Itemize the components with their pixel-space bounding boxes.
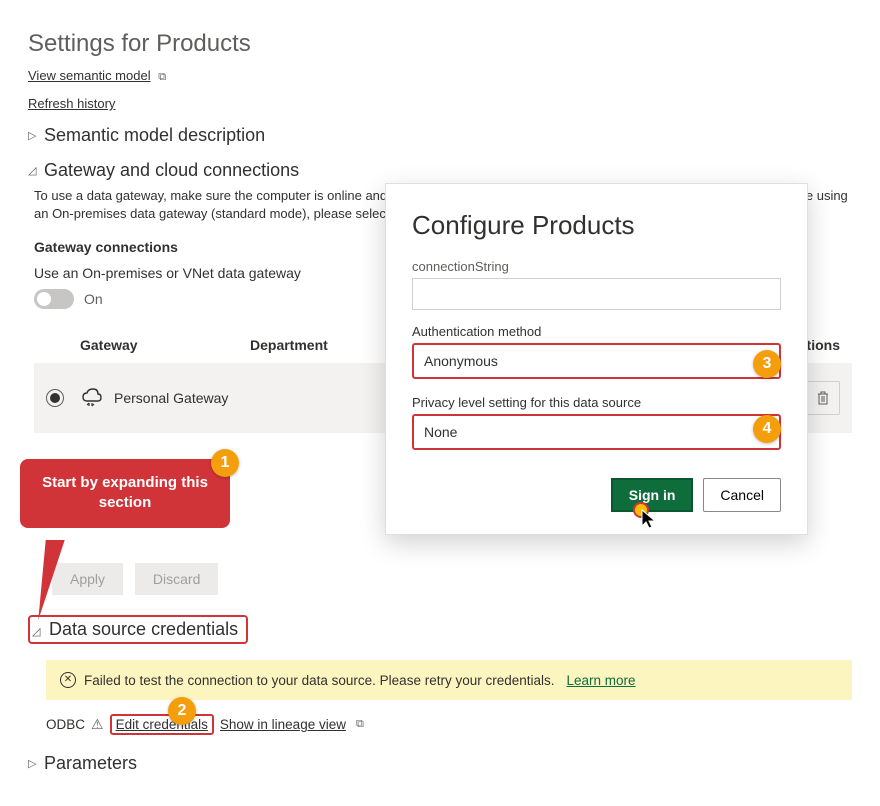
annotation-badge-2: 2 [168, 697, 196, 725]
section-label: Semantic model description [44, 125, 265, 146]
view-semantic-model-link[interactable]: View semantic model [28, 68, 151, 83]
auth-method-select[interactable]: Anonymous [412, 343, 781, 379]
sign-in-button[interactable]: Sign in [611, 478, 694, 512]
annotation-badge-4: 4 [753, 415, 781, 443]
auth-method-label: Authentication method [412, 324, 781, 339]
error-icon: ✕ [60, 672, 76, 688]
section-label: Gateway and cloud connections [44, 160, 299, 181]
external-link-icon: ⧉ [356, 718, 364, 731]
cancel-button[interactable]: Cancel [703, 478, 781, 512]
configure-dialog: Configure Products connectionString Auth… [385, 183, 808, 535]
apply-button[interactable]: Apply [52, 563, 123, 595]
chevron-right-icon: ▷ [28, 129, 40, 142]
section-parameters[interactable]: ▷ Parameters [28, 753, 852, 774]
privacy-level-select[interactable]: None [412, 414, 781, 450]
annotation-callout: Start by expanding this section [20, 459, 230, 528]
chevron-right-icon: ▷ [28, 757, 40, 770]
external-link-icon: ⧉ [158, 71, 166, 83]
section-semantic-model[interactable]: ▷ Semantic model description [28, 125, 852, 146]
annotation-badge-3: 3 [753, 350, 781, 378]
error-text: Failed to test the connection to your da… [84, 673, 555, 688]
section-label: Parameters [44, 753, 137, 774]
chevron-down-icon: ◿ [28, 164, 40, 177]
gateway-radio[interactable] [46, 389, 64, 407]
datasource-type: ODBC [46, 717, 85, 732]
section-data-source-credentials[interactable]: ◿ Data source credentials [28, 615, 852, 644]
refresh-history-link[interactable]: Refresh history [28, 96, 115, 111]
connection-string-label: connectionString [412, 259, 781, 274]
privacy-level-label: Privacy level setting for this data sour… [412, 395, 781, 410]
section-label: Data source credentials [49, 619, 238, 639]
cloud-sync-icon [80, 386, 104, 411]
dialog-title: Configure Products [412, 210, 781, 241]
edit-credentials-link[interactable]: Edit credentials [116, 717, 208, 732]
section-gateway[interactable]: ◿ Gateway and cloud connections [28, 160, 852, 181]
learn-more-link[interactable]: Learn more [567, 673, 636, 688]
click-highlight-icon [633, 502, 649, 518]
gateway-toggle[interactable] [34, 289, 74, 309]
show-lineage-link[interactable]: Show in lineage view [220, 717, 346, 732]
chevron-down-icon: ◿ [32, 625, 44, 638]
annotation-badge-1: 1 [211, 449, 239, 477]
connection-string-input[interactable] [412, 278, 781, 310]
toggle-state: On [84, 291, 103, 307]
warning-icon: ⚠ [91, 716, 104, 733]
error-banner: ✕ Failed to test the connection to your … [46, 660, 852, 700]
page-title: Settings for Products [28, 30, 852, 58]
delete-button[interactable] [806, 381, 840, 415]
gateway-name: Personal Gateway [114, 390, 274, 406]
discard-button[interactable]: Discard [135, 563, 218, 595]
